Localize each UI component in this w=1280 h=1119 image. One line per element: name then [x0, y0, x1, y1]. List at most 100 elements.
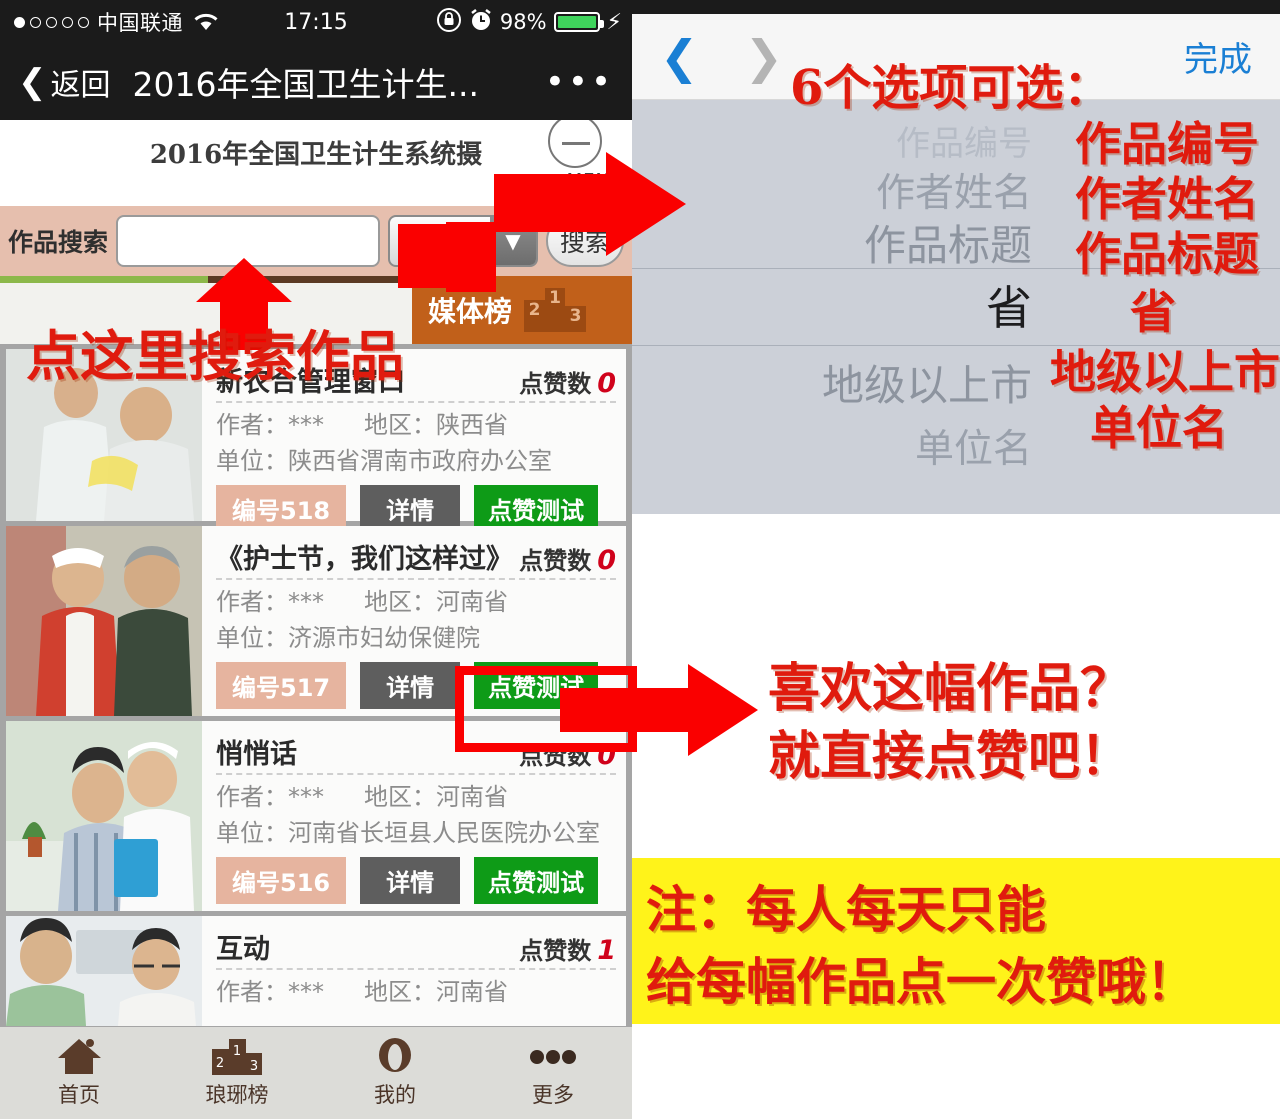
artwork-unit: 单位：济源市妇幼保健院	[216, 620, 616, 656]
status-bar: 中国联通 17:15 98% ⚡	[0, 0, 632, 44]
picker-option-4[interactable]: 地级以上市	[822, 352, 1032, 413]
artwork-thumbnail	[6, 526, 202, 716]
artwork-number-badge: 编号518	[216, 485, 347, 532]
list-item[interactable]: 互动 点赞数 1 作者：*** 地区：河南省	[6, 916, 626, 1026]
picker-option-2[interactable]: 作品标题	[864, 212, 1032, 273]
battery-percent-label: 98%	[499, 10, 547, 34]
picker-option-5[interactable]: 单位名	[915, 418, 1032, 474]
divider	[216, 773, 616, 775]
bottom-tab-bar: 首页 12 3 琅琊榜 我的 更多	[0, 1027, 632, 1119]
region-value: 河南省	[436, 783, 508, 811]
alarm-clock-icon	[469, 8, 493, 36]
like-count: 点赞数 0	[519, 364, 616, 399]
like-button[interactable]: 点赞测试	[474, 485, 599, 532]
region-value: 河南省	[436, 978, 508, 1006]
back-label: 返回	[50, 68, 111, 103]
note-line-2: 给每幅作品点一次赞哦！	[646, 952, 1196, 1011]
like-count-value: 0	[597, 368, 616, 399]
note-line-1: 注：每人每天只能	[646, 880, 1046, 939]
artwork-number-badge: 编号517	[216, 662, 347, 709]
annotation-arrow-to-picker	[398, 152, 686, 288]
svg-text:3: 3	[250, 1059, 258, 1074]
author-label: 作者：	[216, 783, 288, 811]
svg-text:2: 2	[216, 1056, 224, 1071]
tabbar-label-more: 更多	[532, 1083, 574, 1107]
back-button[interactable]: ❮ 返回	[18, 60, 111, 104]
more-options-icon[interactable]: •••	[545, 62, 614, 102]
rotation-lock-icon	[436, 7, 462, 37]
tabbar-item-home[interactable]: 首页	[0, 1037, 158, 1109]
podium-icon: 2 1 3	[524, 288, 587, 332]
author-label: 作者：	[216, 978, 288, 1006]
author-value: ***	[288, 411, 324, 439]
page-title: 2016年全国卫生计生...	[132, 65, 479, 104]
artwork-unit: 单位：陕西省渭南市政府办公室	[216, 443, 616, 479]
region-value: 陕西省	[436, 411, 508, 439]
author-value: ***	[288, 588, 324, 616]
like-count-label: 点赞数	[519, 937, 592, 965]
unit-value: 陕西省渭南市政府办公室	[288, 447, 552, 475]
like-count: 点赞数 1	[519, 931, 616, 966]
prev-field-button[interactable]: ❮	[660, 34, 699, 80]
author-label: 作者：	[216, 411, 288, 439]
battery-icon	[553, 12, 604, 32]
divider	[216, 578, 616, 580]
detail-button[interactable]: 详情	[360, 857, 461, 904]
artwork-author-region: 作者：*** 地区：河南省	[216, 974, 616, 1010]
divider	[216, 401, 616, 403]
region-label: 地区：	[364, 588, 436, 616]
picker-option-1[interactable]: 作者姓名	[876, 162, 1032, 218]
tabbar-label-home: 首页	[58, 1083, 100, 1107]
tab-media-rank-label: 媒体榜	[428, 295, 513, 328]
region-label: 地区：	[364, 783, 436, 811]
like-count-value: 0	[597, 545, 616, 576]
note-banner: 注：每人每天只能 给每幅作品点一次赞哦！	[632, 858, 1280, 1024]
charging-bolt-icon: ⚡	[606, 9, 622, 35]
artwork-title: 互动	[216, 934, 270, 965]
tabbar-label-more-profile: 我的	[374, 1083, 416, 1107]
picker-option-3[interactable]: 省	[986, 272, 1032, 338]
person-icon	[377, 1037, 413, 1075]
artwork-thumbnail	[6, 916, 202, 1026]
artwork-author-region: 作者：*** 地区：河南省	[216, 779, 616, 815]
annotation-like-hint-line1: 喜欢这幅作品？	[768, 658, 1133, 719]
detail-button[interactable]: 详情	[360, 485, 461, 532]
done-button[interactable]: 完成	[1184, 32, 1252, 81]
unit-label: 单位：	[216, 624, 288, 652]
like-count: 点赞数 0	[519, 541, 616, 576]
artwork-unit: 单位：河南省长垣县人民医院办公室	[216, 815, 616, 851]
annotation-option-5: 单位名	[1090, 401, 1228, 455]
annotation-option-3: 省	[1130, 285, 1176, 339]
artwork-title: 《护士节，我们这样过》	[216, 544, 513, 575]
divider	[216, 968, 616, 970]
annotation-options-heading: 6个选项可选：	[790, 60, 1112, 116]
unit-value: 河南省长垣县人民医院办公室	[288, 819, 600, 847]
tabbar-item-rank[interactable]: 12 3 琅琊榜	[158, 1037, 316, 1109]
like-count-value: 1	[597, 935, 616, 966]
search-label: 作品搜索	[8, 228, 109, 257]
picker-option-0[interactable]: 作品编号	[896, 116, 1032, 165]
artwork-author-region: 作者：*** 地区：河南省	[216, 584, 616, 620]
tabbar-item-mine[interactable]: 我的	[316, 1037, 474, 1109]
annotation-arrow-to-picker-stem	[446, 222, 496, 292]
artwork-thumbnail	[6, 721, 202, 911]
like-button[interactable]: 点赞测试	[474, 857, 599, 904]
artwork-author-region: 作者：*** 地区：陕西省	[216, 407, 616, 443]
annotation-search-hint: 点这里搜索作品	[26, 324, 404, 388]
screenshot-root: 中国联通 17:15 98% ⚡ ❮ 返回 2016年全国卫生计生... •••…	[0, 0, 1280, 1119]
more-dots-icon	[528, 1037, 578, 1075]
region-label: 地区：	[364, 411, 436, 439]
artwork-number-badge: 编号516	[216, 857, 347, 904]
author-value: ***	[288, 783, 324, 811]
like-count-label: 点赞数	[519, 370, 592, 398]
unit-value: 济源市妇幼保健院	[288, 624, 480, 652]
annotation-like-hint-line2: 就直接点赞吧！	[768, 726, 1133, 787]
annotation-arrow-to-like-hint	[560, 664, 758, 756]
detail-button[interactable]: 详情	[360, 662, 461, 709]
next-field-button[interactable]: ❯	[745, 34, 784, 80]
region-label: 地区：	[364, 978, 436, 1006]
tabbar-label-rank: 琅琊榜	[205, 1083, 269, 1107]
podium-icon: 12 3	[211, 1037, 263, 1075]
tabbar-item-more[interactable]: 更多	[474, 1037, 632, 1109]
author-value: ***	[288, 978, 324, 1006]
